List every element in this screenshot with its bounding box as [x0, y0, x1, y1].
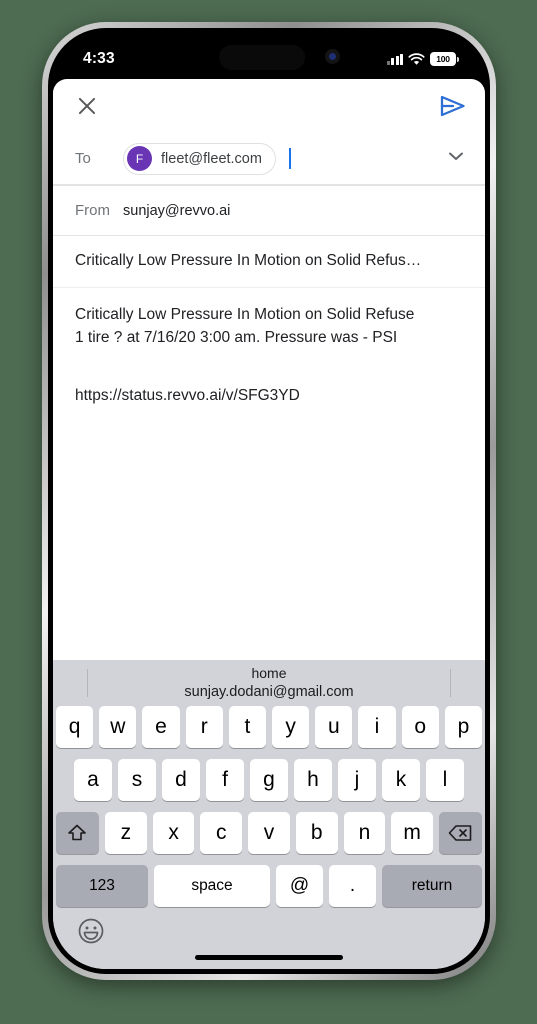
at-key[interactable]: @	[276, 865, 323, 907]
autocomplete-suggestion-bar: home sunjay.dodani@gmail.com	[53, 660, 485, 706]
recipient-chip[interactable]: F fleet@fleet.com	[123, 142, 276, 175]
key-o[interactable]: o	[401, 706, 439, 748]
key-i[interactable]: i	[358, 706, 396, 748]
to-label: To	[75, 150, 91, 167]
emoji-key[interactable]	[77, 917, 105, 950]
key-v[interactable]: v	[248, 812, 290, 854]
key-r[interactable]: r	[185, 706, 223, 748]
key-c[interactable]: c	[200, 812, 243, 854]
cellular-bars-icon	[386, 53, 403, 65]
key-k[interactable]: k	[382, 759, 420, 801]
key-n[interactable]: n	[343, 812, 386, 854]
subject-text: Critically Low Pressure In Motion on Sol…	[75, 252, 422, 269]
phone-screen: 4:33 100 To F fleet@fleet.com From sunja…	[53, 33, 485, 969]
key-w[interactable]: w	[99, 706, 137, 748]
key-h[interactable]: h	[294, 759, 332, 801]
key-b[interactable]: b	[295, 812, 338, 854]
phone-frame: 4:33 100 To F fleet@fleet.com From sunja…	[42, 22, 496, 980]
shift-arrow-icon	[68, 824, 87, 841]
shift-key[interactable]	[55, 812, 99, 854]
key-x[interactable]: x	[152, 812, 195, 854]
period-key[interactable]: .	[329, 865, 376, 907]
suggestion-item[interactable]: home sunjay.dodani@gmail.com	[184, 665, 353, 701]
keyboard-row-3: z x c v b n m	[53, 812, 485, 854]
battery-icon: 100	[430, 52, 459, 66]
from-email: sunjay@revvo.ai	[123, 202, 231, 219]
suggestion-value: sunjay.dodani@gmail.com	[184, 683, 354, 700]
from-label: From	[75, 202, 110, 219]
battery-level-label: 100	[430, 52, 456, 66]
key-s[interactable]: s	[118, 759, 156, 801]
wifi-icon	[408, 52, 425, 65]
front-camera-icon	[325, 49, 341, 64]
key-p[interactable]: p	[444, 706, 483, 748]
backspace-delete-icon	[448, 825, 472, 841]
phone-body: 4:33 100 To F fleet@fleet.com From sunja…	[48, 28, 490, 974]
status-bar-indicators: 100	[386, 52, 459, 66]
key-l[interactable]: l	[426, 759, 464, 801]
delete-key[interactable]	[439, 812, 483, 854]
body-url-link[interactable]: https://status.revvo.ai/v/SFG3YD	[75, 387, 463, 405]
suggestion-divider-right	[450, 669, 451, 697]
dynamic-island	[219, 45, 306, 70]
from-field-row[interactable]: From sunjay@revvo.ai	[53, 185, 485, 235]
send-button[interactable]	[439, 94, 467, 118]
compose-header	[53, 79, 485, 133]
key-f[interactable]: f	[206, 759, 244, 801]
chevron-down-icon[interactable]	[445, 145, 467, 172]
key-e[interactable]: e	[142, 706, 180, 748]
avatar: F	[127, 146, 152, 171]
close-x-icon[interactable]	[75, 94, 99, 118]
key-u[interactable]: u	[315, 706, 353, 748]
key-y[interactable]: y	[272, 706, 310, 748]
status-bar: 4:33 100	[53, 33, 485, 79]
keyboard-row-1: q w e r t y u i o p	[53, 706, 485, 748]
key-z[interactable]: z	[104, 812, 147, 854]
keyboard-row-4: 123 space @ . return	[53, 865, 485, 907]
return-key[interactable]: return	[382, 865, 482, 907]
to-field-row[interactable]: To F fleet@fleet.com	[53, 133, 485, 185]
status-bar-clock: 4:33	[83, 50, 115, 67]
suggestion-divider-left	[87, 669, 88, 697]
text-cursor	[288, 148, 291, 169]
key-q[interactable]: q	[55, 706, 94, 748]
key-g[interactable]: g	[250, 759, 288, 801]
key-a[interactable]: a	[74, 759, 112, 801]
key-t[interactable]: t	[228, 706, 266, 748]
body-line-1: Critically Low Pressure In Motion on Sol…	[75, 306, 415, 323]
home-indicator[interactable]	[195, 955, 343, 960]
suggestion-label: home	[251, 664, 287, 681]
key-m[interactable]: m	[391, 812, 434, 854]
emoji-smiley-icon	[78, 918, 104, 944]
email-body[interactable]: Critically Low Pressure In Motion on Sol…	[53, 288, 485, 660]
keyboard-row-2: a s d f g h j k l	[53, 759, 485, 801]
on-screen-keyboard: home sunjay.dodani@gmail.com q w e r t y…	[53, 660, 485, 969]
subject-field-row[interactable]: Critically Low Pressure In Motion on Sol…	[53, 235, 485, 288]
recipient-email: fleet@fleet.com	[161, 150, 262, 167]
numbers-key[interactable]: 123	[56, 865, 148, 907]
body-line-2: 1 tire ? at 7/16/20 3:00 am. Pressure wa…	[75, 328, 398, 346]
key-j[interactable]: j	[338, 759, 376, 801]
space-key[interactable]: space	[154, 865, 270, 907]
compose-email-screen: To F fleet@fleet.com From sunjay@revvo.a…	[53, 79, 485, 969]
send-paper-plane-icon	[440, 95, 465, 117]
key-d[interactable]: d	[162, 759, 200, 801]
